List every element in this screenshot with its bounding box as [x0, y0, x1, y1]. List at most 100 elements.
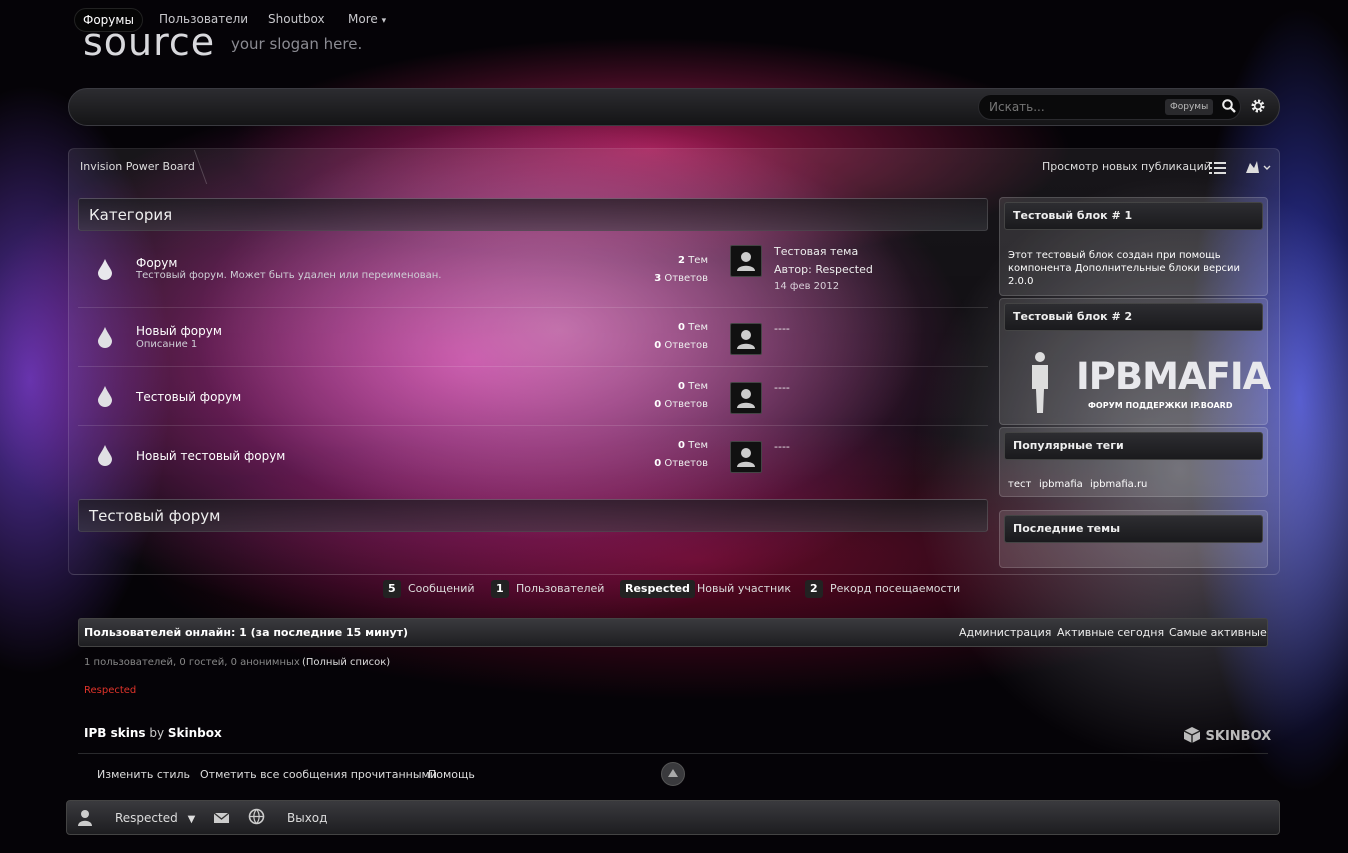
globe-icon[interactable] [248, 808, 265, 825]
block-title[interactable]: Тестовый блок # 1 [1004, 202, 1263, 230]
last-post-title: ---- [774, 322, 790, 335]
skin-credit[interactable]: IPB skins by Skinbox [84, 726, 222, 740]
chevron-down-icon: ▼ [187, 814, 196, 825]
forum-description: Описание 1 [136, 339, 198, 350]
newest-member-label: Новый участник [697, 582, 792, 595]
full-list-link[interactable]: (Полный список) [302, 657, 390, 668]
nav-forums[interactable]: Форумы [74, 8, 143, 32]
forum-name[interactable]: Форум [136, 256, 177, 270]
last-post-title: ---- [774, 440, 790, 453]
forum-status-icon [98, 327, 112, 348]
banner-title: IPBMAFIA [1076, 355, 1271, 398]
ipbmafia-banner[interactable]: IPBMAFIA ФОРУМ ПОДДЕРЖКИ IP.BOARD [1028, 351, 1271, 417]
most-active-link[interactable]: Самые активные [1169, 626, 1267, 639]
user-icon [737, 330, 755, 349]
topic-count: 0 Тем [678, 322, 708, 333]
record-label: Рекорд посещаемости [830, 582, 961, 595]
search-icon[interactable] [1221, 98, 1237, 114]
sidebar-block-1: Тестовый блок # 1 Этот тестовый блок соз… [999, 197, 1268, 296]
forum-row: Новый форум Описание 1 0 Тем 0 Ответов -… [78, 308, 988, 367]
nav-shoutbox[interactable]: Shoutbox [260, 8, 333, 30]
tag-link[interactable]: тест [1008, 478, 1031, 491]
list-icon[interactable] [1209, 160, 1227, 174]
reply-count: 3 Ответов [654, 273, 708, 284]
help-link[interactable]: Помощь [428, 768, 475, 781]
online-summary: 1 пользователей, 0 гостей, 0 анонимных [84, 657, 300, 668]
online-users-title: Пользователей онлайн: 1 (за последние 15… [84, 626, 409, 639]
cube-icon [1183, 727, 1201, 743]
sidebar-block-2: Тестовый блок # 2 IPBMAFIA ФОРУМ ПОДДЕРЖ… [999, 298, 1271, 425]
forum-row: Новый тестовый форум 0 Тем 0 Ответов ---… [78, 426, 988, 484]
last-post-date: 14 фев 2012 [774, 281, 840, 292]
forum-name[interactable]: Тестовый форум [136, 390, 241, 404]
block-title[interactable]: Популярные теги [1004, 432, 1263, 460]
forum-row: Форум Тестовый форум. Может быть удален … [78, 238, 988, 308]
category-title: Тестовый форум [89, 507, 221, 525]
online-user-link[interactable]: Respected [84, 685, 136, 696]
administration-link[interactable]: Администрация [959, 626, 1051, 639]
forum-description: Тестовый форум. Может быть удален или пе… [136, 270, 442, 281]
avatar[interactable] [730, 245, 762, 277]
nav-more[interactable]: More ▾ [340, 8, 394, 30]
change-style-link[interactable]: Изменить стиль [97, 768, 190, 781]
forum-status-icon [98, 259, 112, 280]
nav-more-label: More [348, 12, 378, 26]
search-input[interactable] [987, 99, 1161, 115]
avatar[interactable] [730, 382, 762, 414]
block-text: Этот тестовый блок создан при помощь ком… [1008, 250, 1241, 287]
last-post-title[interactable]: Тестовая тема [774, 245, 858, 258]
topic-count: 0 Тем [678, 440, 708, 451]
envelope-icon[interactable] [213, 810, 230, 824]
gear-icon[interactable] [1250, 98, 1266, 114]
topic-count: 0 Тем [678, 381, 708, 392]
block-title[interactable]: Тестовый блок # 2 [1004, 303, 1263, 331]
user-icon [737, 448, 755, 467]
back-to-top-button[interactable] [661, 762, 685, 786]
avatar[interactable] [730, 323, 762, 355]
figure-icon [1032, 352, 1048, 413]
site-slogan: your slogan here. [231, 35, 363, 53]
mark-all-read-link[interactable]: Отметить все сообщения прочитанными [200, 768, 437, 781]
search-scope-button[interactable]: Форумы [1165, 99, 1214, 115]
forum-row: Тестовый форум 0 Тем 0 Ответов ---- [78, 367, 988, 426]
skinbox-logo[interactable]: SKINBOX [1183, 726, 1271, 744]
members-count: 1 [491, 580, 509, 598]
active-today-link[interactable]: Активные сегодня [1057, 626, 1164, 639]
category-header[interactable]: Тестовый форум [78, 499, 988, 532]
nav-members[interactable]: Пользователи [151, 8, 256, 30]
logout-link[interactable]: Выход [287, 811, 327, 825]
category-header[interactable]: Категория [78, 198, 988, 231]
last-post-author[interactable]: Автор: Respected [774, 263, 873, 276]
user-icon [737, 389, 755, 408]
tag-link[interactable]: ipbmafia [1039, 478, 1083, 491]
username: Respected [115, 811, 178, 825]
members-label: Пользователей [516, 582, 605, 595]
user-menu[interactable]: Respected ▼ [115, 811, 195, 825]
reply-count: 0 Ответов [654, 458, 708, 469]
forum-status-icon [98, 386, 112, 407]
topic-count: 2 Тем [678, 255, 708, 266]
forum-name[interactable]: Новый форум [136, 324, 222, 338]
search-box: Форумы [978, 94, 1241, 120]
user-icon[interactable] [77, 809, 93, 827]
reply-count: 0 Ответов [654, 399, 708, 410]
newest-member[interactable]: Respected [620, 580, 695, 598]
record-count: 2 [805, 580, 823, 598]
breadcrumb[interactable]: Invision Power Board [80, 160, 195, 173]
sidebar-tags-block: Популярные теги тест ipbmafia ipbmafia.r… [999, 427, 1268, 497]
banner-subtitle: ФОРУМ ПОДДЕРЖКИ IP.BOARD [1088, 401, 1233, 410]
posts-label: Сообщений [408, 582, 475, 595]
block-title[interactable]: Последние темы [1004, 515, 1263, 543]
user-icon [737, 252, 755, 271]
posts-count: 5 [383, 580, 401, 598]
reply-count: 0 Ответов [654, 340, 708, 351]
sidebar-latest-block: Последние темы [999, 510, 1268, 568]
tag-link[interactable]: ipbmafia.ru [1090, 478, 1147, 491]
view-new-posts-link[interactable]: Просмотр новых публикаций [1042, 160, 1211, 173]
arrow-up-icon [668, 769, 678, 777]
forum-status-icon [98, 445, 112, 466]
chevron-down-icon: ▾ [381, 16, 387, 26]
forum-name[interactable]: Новый тестовый форум [136, 449, 285, 463]
mark-read-icon[interactable] [1244, 159, 1272, 175]
avatar[interactable] [730, 441, 762, 473]
